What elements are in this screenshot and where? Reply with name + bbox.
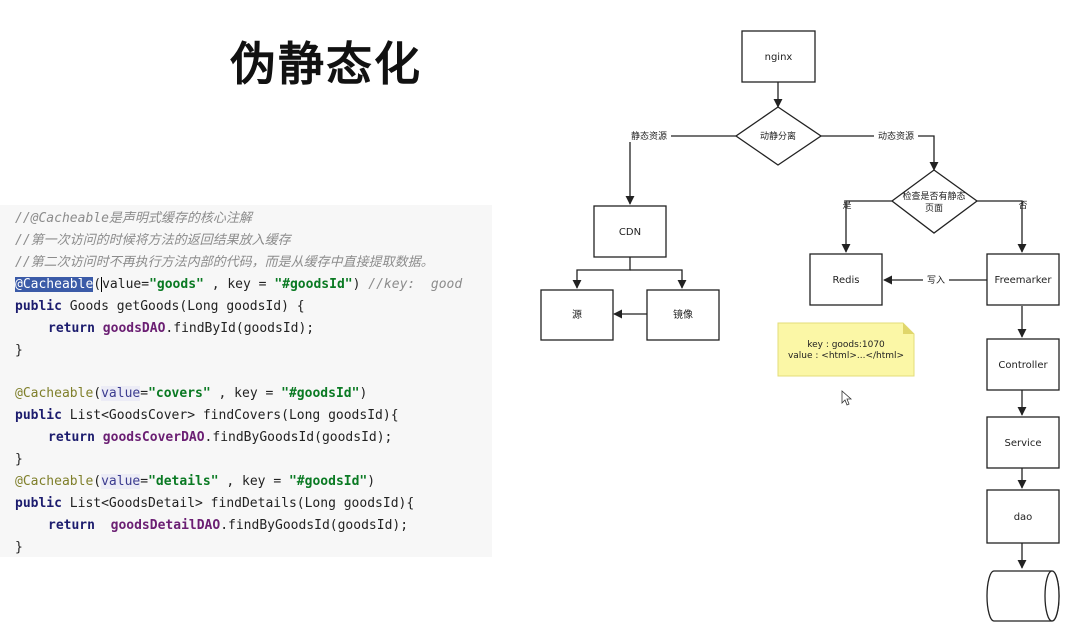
cache-note: key : goods:1070 value : <html>...</html… xyxy=(777,322,915,377)
edge-label-yes: 是 xyxy=(842,200,851,211)
edge-label-static: 静态资源 xyxy=(631,130,667,142)
note-line-2: value : <html>...</html> xyxy=(788,351,904,361)
node-controller-label: Controller xyxy=(998,360,1048,371)
node-service-label: Service xyxy=(1005,438,1042,449)
node-check-label-line1: 检查是否有静态 xyxy=(902,190,965,202)
node-mirror-label: 镜像 xyxy=(673,308,693,321)
node-check-label-line2: 页面 xyxy=(925,203,943,214)
architecture-flowchart: 静态资源 动态资源 是 否 写入 nginx 动静分离 CDN 源 镜像 检查是… xyxy=(540,30,1060,622)
edge-cdn-mirror xyxy=(630,269,687,289)
note-line-1: key : goods:1070 xyxy=(807,340,885,350)
node-dispatch-label: 动静分离 xyxy=(760,130,796,142)
edge-label-dynamic: 动态资源 xyxy=(878,130,914,142)
edge-label-write: 写入 xyxy=(927,275,945,286)
database-cylinder-icon xyxy=(986,570,1060,622)
edge-static xyxy=(625,135,736,205)
node-nginx-label: nginx xyxy=(765,52,793,63)
mouse-pointer-icon xyxy=(841,390,853,406)
node-redis-label: Redis xyxy=(833,275,860,286)
node-origin-label: 源 xyxy=(572,308,582,321)
node-dao-label: dao xyxy=(1014,512,1033,523)
node-cdn-label: CDN xyxy=(619,227,641,238)
edge-label-no: 否 xyxy=(1018,200,1027,211)
edge-cdn-origin xyxy=(572,257,631,289)
node-freemarker-label: Freemarker xyxy=(995,275,1053,286)
edge-yes xyxy=(841,200,892,253)
edge-no xyxy=(977,200,1027,253)
